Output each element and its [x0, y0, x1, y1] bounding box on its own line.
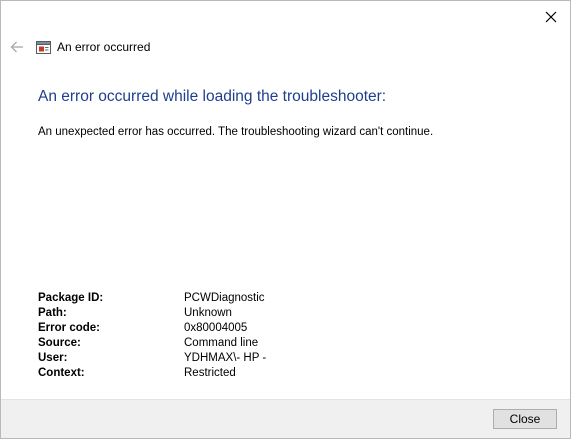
- detail-row-context: Context: Restricted: [38, 366, 266, 381]
- detail-value: Restricted: [184, 367, 236, 379]
- detail-row-error-code: Error code: 0x80004005: [38, 321, 266, 336]
- close-icon[interactable]: [537, 6, 565, 28]
- detail-label: Package ID:: [38, 292, 104, 304]
- dialog-header: An error occurred: [7, 37, 150, 57]
- detail-value: 0x80004005: [184, 322, 248, 334]
- detail-row-user: User: YDHMAX\- HP -: [38, 351, 266, 366]
- detail-row-path: Path: Unknown: [38, 306, 266, 321]
- close-button[interactable]: Close: [493, 409, 557, 429]
- detail-label: Error code:: [38, 322, 100, 334]
- detail-value: YDHMAX\- HP -: [184, 352, 267, 364]
- dialog-footer: Close: [1, 399, 570, 438]
- error-message: An unexpected error has occurred. The tr…: [38, 126, 434, 138]
- close-icon-glyph: [545, 11, 557, 23]
- detail-value: PCWDiagnostic: [184, 292, 265, 304]
- detail-row-source: Source: Command line: [38, 336, 266, 351]
- troubleshooter-icon: [36, 40, 51, 54]
- detail-label: User:: [38, 352, 68, 364]
- back-arrow-icon[interactable]: [7, 37, 27, 57]
- detail-label: Source:: [38, 337, 81, 349]
- dialog-title: An error occurred: [57, 40, 151, 54]
- error-heading: An error occurred while loading the trou…: [38, 88, 387, 105]
- detail-row-package-id: Package ID: PCWDiagnostic: [38, 291, 266, 306]
- detail-label: Path:: [38, 307, 67, 319]
- error-details: Package ID: PCWDiagnostic Path: Unknown …: [38, 291, 266, 381]
- detail-value: Command line: [184, 337, 259, 349]
- detail-label: Context:: [38, 367, 85, 379]
- troubleshooter-dialog: An error occurred An error occurred whil…: [0, 0, 571, 439]
- detail-value: Unknown: [184, 307, 232, 319]
